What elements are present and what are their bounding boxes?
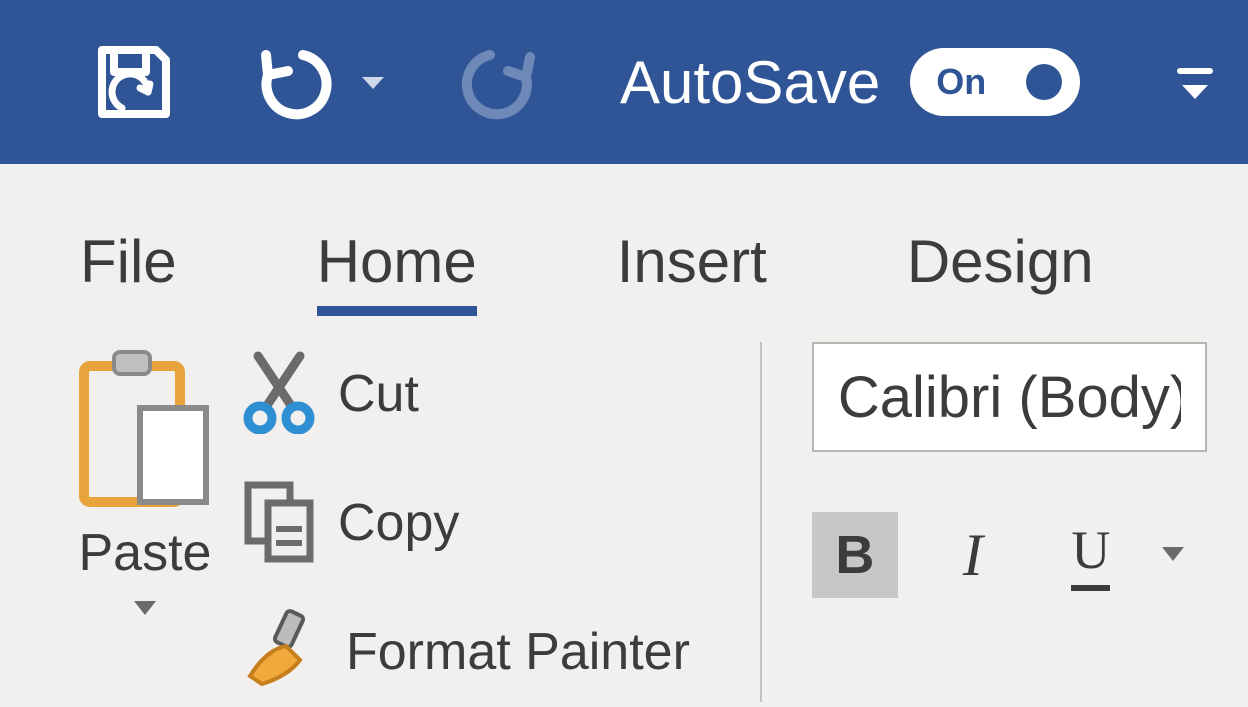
- paste-dropdown-icon[interactable]: [128, 593, 162, 626]
- cut-icon: [240, 348, 318, 439]
- format-painter-button[interactable]: Format Painter: [240, 606, 690, 697]
- paste-button[interactable]: Paste: [70, 342, 220, 707]
- save-button[interactable]: [90, 38, 178, 126]
- clipboard-group: Paste Cut: [70, 342, 760, 707]
- redo-icon: [460, 37, 550, 127]
- customize-icon: [1170, 57, 1220, 107]
- autosave-state-text: On: [936, 61, 986, 103]
- title-bar: AutoSave On: [0, 0, 1248, 164]
- underline-button[interactable]: U: [1048, 512, 1134, 598]
- paste-label: Paste: [79, 523, 212, 583]
- save-icon: [90, 38, 178, 126]
- format-painter-icon: [240, 606, 326, 697]
- font-style-buttons: B I U: [812, 512, 1207, 598]
- cut-button[interactable]: Cut: [240, 348, 690, 439]
- tab-home[interactable]: Home: [317, 227, 477, 314]
- underline-glyph: U: [1071, 519, 1110, 591]
- customize-quick-access-button[interactable]: [1170, 57, 1220, 107]
- bold-button[interactable]: B: [812, 512, 898, 598]
- undo-icon: [248, 37, 338, 127]
- tab-insert[interactable]: Insert: [617, 227, 767, 314]
- clipboard-commands: Cut Copy: [240, 342, 690, 707]
- underline-dropdown-icon[interactable]: [1156, 539, 1190, 572]
- undo-dropdown-icon[interactable]: [356, 65, 390, 99]
- tab-file[interactable]: File: [80, 227, 177, 314]
- autosave-control: AutoSave On: [620, 48, 1080, 117]
- autosave-label: AutoSave: [620, 48, 880, 117]
- redo-button[interactable]: [460, 37, 550, 127]
- font-group: B I U: [762, 342, 1207, 707]
- italic-button[interactable]: I: [930, 512, 1016, 598]
- cut-label: Cut: [338, 364, 419, 424]
- copy-icon: [240, 477, 318, 568]
- autosave-toggle[interactable]: On: [910, 48, 1080, 116]
- copy-button[interactable]: Copy: [240, 477, 690, 568]
- paste-icon: [70, 342, 220, 517]
- undo-button[interactable]: [248, 37, 390, 127]
- tab-design[interactable]: Design: [907, 227, 1094, 314]
- ribbon-tabs: File Home Insert Design: [0, 164, 1248, 314]
- format-painter-label: Format Painter: [346, 622, 690, 682]
- ribbon-body: Paste Cut: [0, 314, 1248, 707]
- copy-label: Copy: [338, 493, 459, 553]
- autosave-knob-icon: [1026, 64, 1062, 100]
- font-name-input[interactable]: [812, 342, 1207, 452]
